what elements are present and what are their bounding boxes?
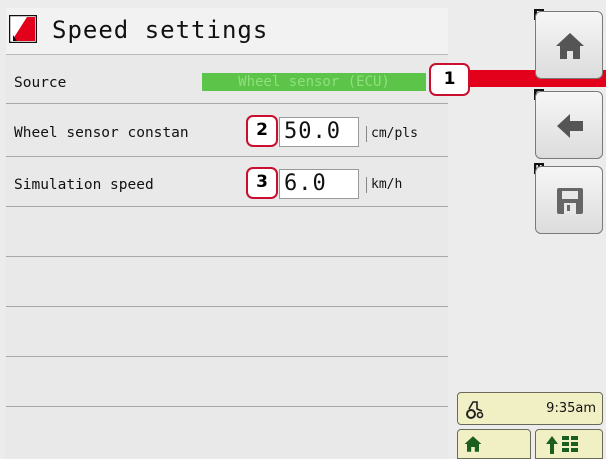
callout-3: 3 [246, 167, 278, 199]
simulation-speed-label: Simulation speed [14, 177, 154, 193]
source-select[interactable]: Wheel sensor (ECU) [202, 73, 426, 91]
bottom-grid-button[interactable] [535, 429, 603, 459]
callout-2: 2 [246, 115, 278, 147]
save-icon [557, 188, 583, 214]
source-label: Source [14, 75, 67, 91]
page-title: Speed settings [52, 16, 269, 44]
home-button[interactable] [535, 11, 603, 79]
empty-row [6, 357, 448, 407]
back-arrow-icon [557, 114, 583, 138]
back-button[interactable] [535, 91, 603, 159]
empty-row [6, 257, 448, 307]
wheel-sensor-input[interactable]: 50.0 [279, 117, 359, 147]
save-button[interactable] [535, 166, 603, 234]
arrow-grid-icon [546, 436, 578, 454]
red-slash-logo-icon [9, 15, 37, 43]
callout-1: 1 [429, 63, 470, 96]
clock: 9:35am [546, 401, 596, 416]
status-bar: 9:35am [457, 392, 603, 425]
simulation-speed-input[interactable]: 6.0 [279, 169, 359, 199]
home-icon [464, 436, 482, 452]
home-icon [556, 33, 584, 59]
wheel-sensor-unit: cm/pls [366, 126, 418, 142]
wheel-sensor-label: Wheel sensor constan [14, 125, 189, 141]
empty-row [6, 207, 448, 257]
simulation-speed-unit: km/h [366, 177, 402, 193]
tractor-icon [466, 401, 484, 419]
empty-row [6, 307, 448, 357]
bottom-home-button[interactable] [457, 429, 531, 459]
